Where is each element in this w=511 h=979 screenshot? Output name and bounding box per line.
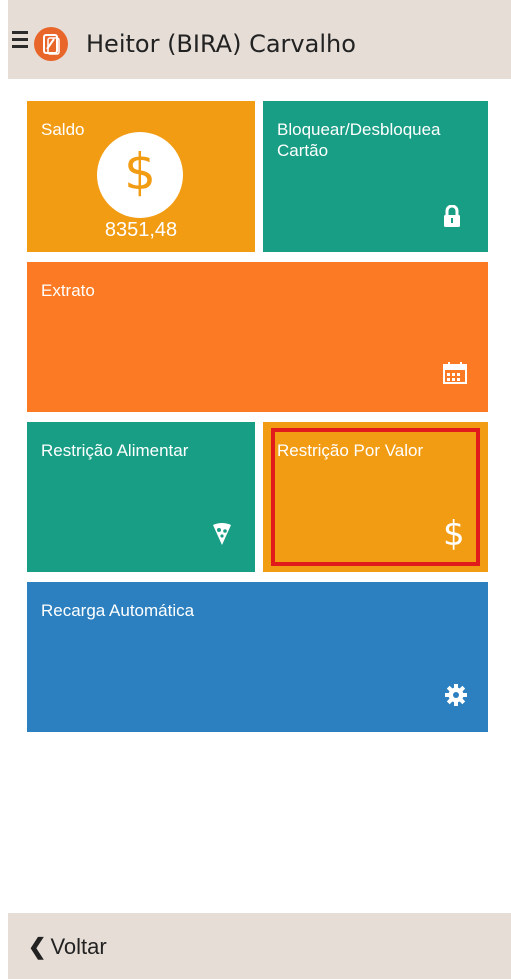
left-edge [0, 0, 8, 979]
calendar-icon [443, 362, 467, 388]
pizza-slice-icon [212, 522, 232, 550]
tile-restricao-por-valor[interactable]: Restrição Por Valor $ [263, 422, 488, 572]
app-header: Heitor (BIRA) Carvalho [8, 0, 511, 79]
tile-extrato-label: Extrato [41, 281, 95, 300]
tile-recarga-automatica[interactable]: Recarga Automática [27, 582, 488, 732]
tile-bloquear-cartao[interactable]: Bloquear/Desbloquea Cartão [263, 101, 488, 252]
lock-icon [443, 204, 461, 231]
dollar-icon: $ [443, 514, 465, 554]
app-footer: ❮ Voltar [8, 913, 511, 979]
tile-restricao-valor-label: Restrição Por Valor [277, 441, 424, 460]
dollar-coin-icon: $ [97, 132, 183, 218]
balance-value: 8351,48 [104, 219, 178, 241]
tile-saldo-label: Saldo [41, 120, 85, 139]
app-frame: Heitor (BIRA) Carvalho Saldo $ 8351,48 B… [8, 0, 511, 979]
card-logo-icon [34, 27, 68, 61]
chevron-left-icon: ❮ [28, 934, 47, 959]
back-button[interactable]: ❮ Voltar [28, 934, 107, 960]
tile-restricao-alimentar-label: Restrição Alimentar [41, 441, 189, 460]
tile-restricao-alimentar[interactable]: Restrição Alimentar [27, 422, 255, 572]
hamburger-menu-icon[interactable] [12, 31, 28, 49]
gear-icon [445, 684, 467, 710]
tile-recarga-label: Recarga Automática [41, 601, 195, 620]
back-label: Voltar [50, 934, 107, 959]
tile-saldo[interactable]: Saldo $ 8351,48 [27, 101, 255, 252]
tile-bloquear-label: Bloquear/Desbloquea Cartão [277, 120, 441, 160]
tile-extrato[interactable]: Extrato [27, 262, 488, 412]
user-name-title: Heitor (BIRA) Carvalho [86, 30, 356, 58]
